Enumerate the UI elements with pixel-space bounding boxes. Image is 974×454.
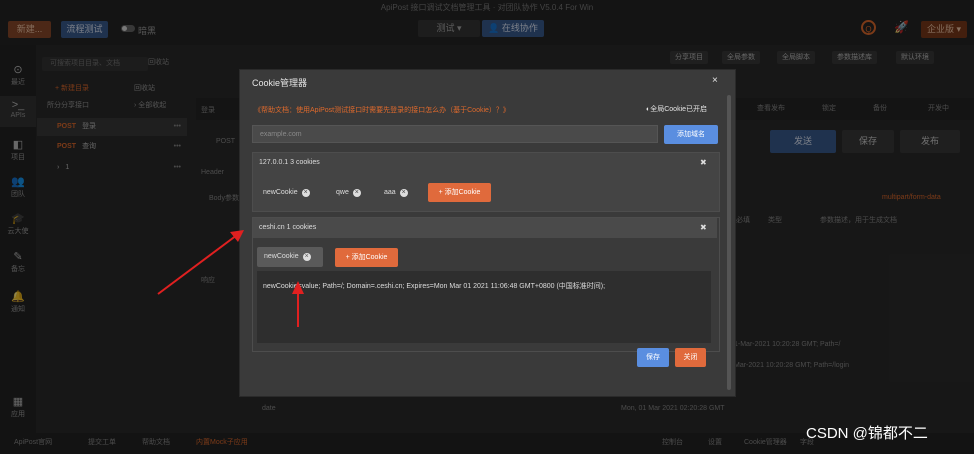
watermark: CSDN @锦都不二 (806, 425, 928, 442)
arrow-line (157, 234, 238, 295)
arrow-head (230, 230, 244, 242)
annotation-arrows (157, 230, 304, 327)
arrow-head (292, 281, 304, 294)
